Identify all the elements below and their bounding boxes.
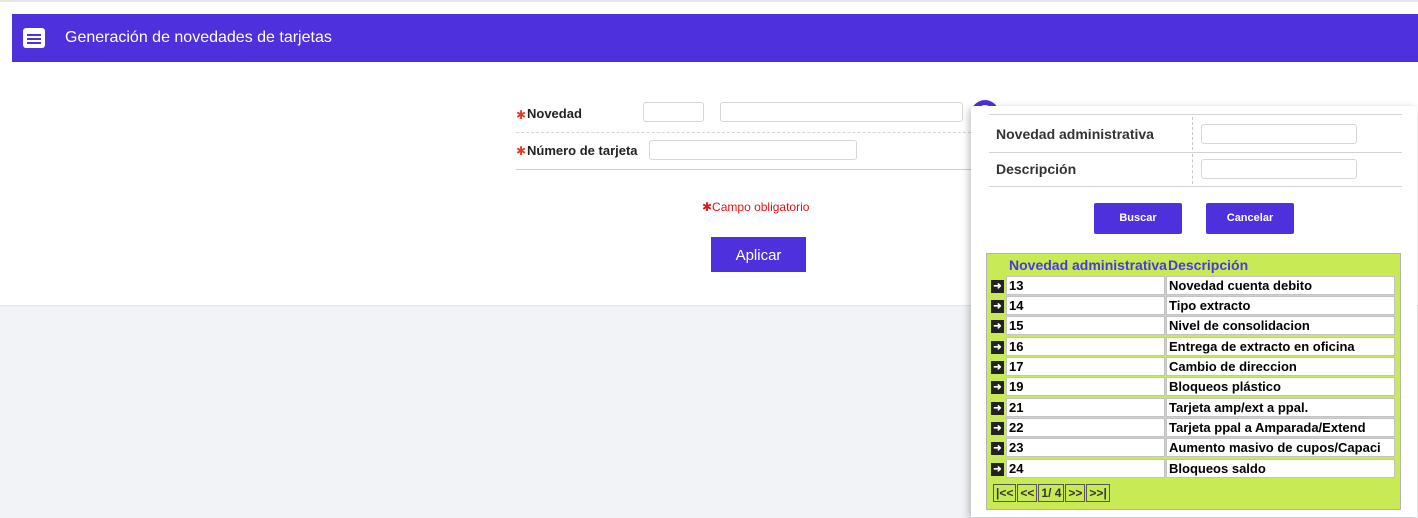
filter-code-input[interactable] — [1201, 124, 1357, 144]
select-arrow-icon[interactable]: ➜ — [991, 442, 1004, 455]
row-code: 14 — [1006, 296, 1165, 315]
novedad-description-input[interactable] — [720, 102, 963, 122]
select-arrow-icon[interactable]: ➜ — [991, 320, 1004, 333]
table-row[interactable]: ➜ 16 Entrega de extracto en oficina — [987, 337, 1400, 357]
filter-description-row: Descripción — [989, 152, 1402, 187]
row-code: 21 — [1006, 398, 1165, 417]
next-page-button[interactable]: >> — [1065, 484, 1086, 502]
previous-page-button[interactable]: << — [1017, 484, 1038, 502]
table-row[interactable]: ➜ 23 Aumento masivo de cupos/Capaci — [987, 438, 1400, 458]
cancelar-button[interactable]: Cancelar — [1206, 203, 1294, 234]
table-row[interactable]: ➜ 13 Novedad cuenta debito — [987, 276, 1400, 296]
row-code: 16 — [1006, 337, 1165, 356]
apply-button[interactable]: Aplicar — [711, 237, 806, 272]
row-code: 23 — [1006, 438, 1165, 457]
table-row[interactable]: ➜ 21 Tarjeta amp/ext a ppal. — [987, 398, 1400, 418]
novedad-code-input[interactable] — [643, 102, 704, 122]
row-description: Nivel de consolidacion — [1166, 316, 1395, 335]
row-code: 19 — [1006, 377, 1165, 396]
row-description: Entrega de extracto en oficina — [1166, 337, 1395, 356]
column-header-description: Descripción — [1168, 257, 1249, 273]
table-row[interactable]: ➜ 17 Cambio de direccion — [987, 357, 1400, 377]
table-row[interactable]: ➜ 15 Nivel de consolidacion — [987, 316, 1400, 336]
select-arrow-icon[interactable]: ➜ — [991, 402, 1004, 415]
card-number-input[interactable] — [649, 140, 857, 160]
table-row[interactable]: ➜ 19 Bloqueos plástico — [987, 377, 1400, 397]
page-indicator: 1/ 4 — [1038, 484, 1065, 502]
row-description: Tarjeta amp/ext a ppal. — [1166, 398, 1395, 417]
row-description: Bloqueos plástico — [1166, 377, 1395, 396]
pagination: |<< << 1/ 4 >> >>| — [993, 484, 1110, 502]
tarjeta-row: ✱ Número de tarjeta — [516, 133, 976, 170]
required-mark: ✱ — [516, 144, 527, 158]
field-divider — [1192, 154, 1193, 184]
row-description: Aumento masivo de cupos/Capaci — [1166, 438, 1395, 457]
row-code: 13 — [1006, 276, 1165, 295]
buscar-button[interactable]: Buscar — [1094, 203, 1182, 234]
row-description: Tarjeta ppal a Amparada/Extend — [1166, 418, 1395, 437]
top-divider — [0, 0, 1418, 2]
tarjeta-label: Número de tarjeta — [527, 143, 638, 158]
row-code: 15 — [1006, 316, 1165, 335]
column-header-code: Novedad administrativa — [1009, 257, 1167, 273]
novedad-label: Novedad — [527, 106, 582, 121]
page-header: Generación de novedades de tarjetas — [12, 14, 1418, 62]
required-mark: ✱ — [516, 108, 527, 122]
select-arrow-icon[interactable]: ➜ — [991, 422, 1004, 435]
table-row[interactable]: ➜ 24 Bloqueos saldo — [987, 459, 1400, 479]
results-grid: Novedad administrativa Descripción ➜ 13 … — [986, 253, 1401, 510]
filter-description-label: Descripción — [996, 161, 1077, 177]
table-row[interactable]: ➜ 22 Tarjeta ppal a Amparada/Extend — [987, 418, 1400, 438]
select-arrow-icon[interactable]: ➜ — [991, 463, 1004, 476]
filter-code-label: Novedad administrativa — [996, 126, 1154, 142]
row-code: 22 — [1006, 418, 1165, 437]
lookup-popup: Novedad administrativa Descripción Busca… — [971, 106, 1417, 517]
row-description: Bloqueos saldo — [1166, 459, 1395, 478]
row-description: Cambio de direccion — [1166, 357, 1395, 376]
required-field-note: ✱Campo obligatorio — [702, 200, 810, 214]
select-arrow-icon[interactable]: ➜ — [991, 280, 1004, 293]
first-page-button[interactable]: |<< — [993, 484, 1017, 502]
select-arrow-icon[interactable]: ➜ — [991, 341, 1004, 354]
filter-code-row: Novedad administrativa — [989, 114, 1402, 153]
novedad-row: ✱ Novedad — [516, 95, 976, 133]
filter-description-input[interactable] — [1201, 159, 1357, 179]
row-code: 24 — [1006, 459, 1165, 478]
list-window-icon — [22, 26, 46, 50]
row-description: Novedad cuenta debito — [1166, 276, 1395, 295]
select-arrow-icon[interactable]: ➜ — [991, 381, 1004, 394]
grid-header: Novedad administrativa Descripción — [987, 254, 1400, 274]
select-arrow-icon[interactable]: ➜ — [991, 300, 1004, 313]
row-description: Tipo extracto — [1166, 296, 1395, 315]
row-code: 17 — [1006, 357, 1165, 376]
select-arrow-icon[interactable]: ➜ — [991, 361, 1004, 374]
field-divider — [1192, 117, 1193, 150]
page-title: Generación de novedades de tarjetas — [65, 29, 332, 46]
table-row[interactable]: ➜ 14 Tipo extracto — [987, 296, 1400, 316]
last-page-button[interactable]: >>| — [1086, 484, 1110, 502]
